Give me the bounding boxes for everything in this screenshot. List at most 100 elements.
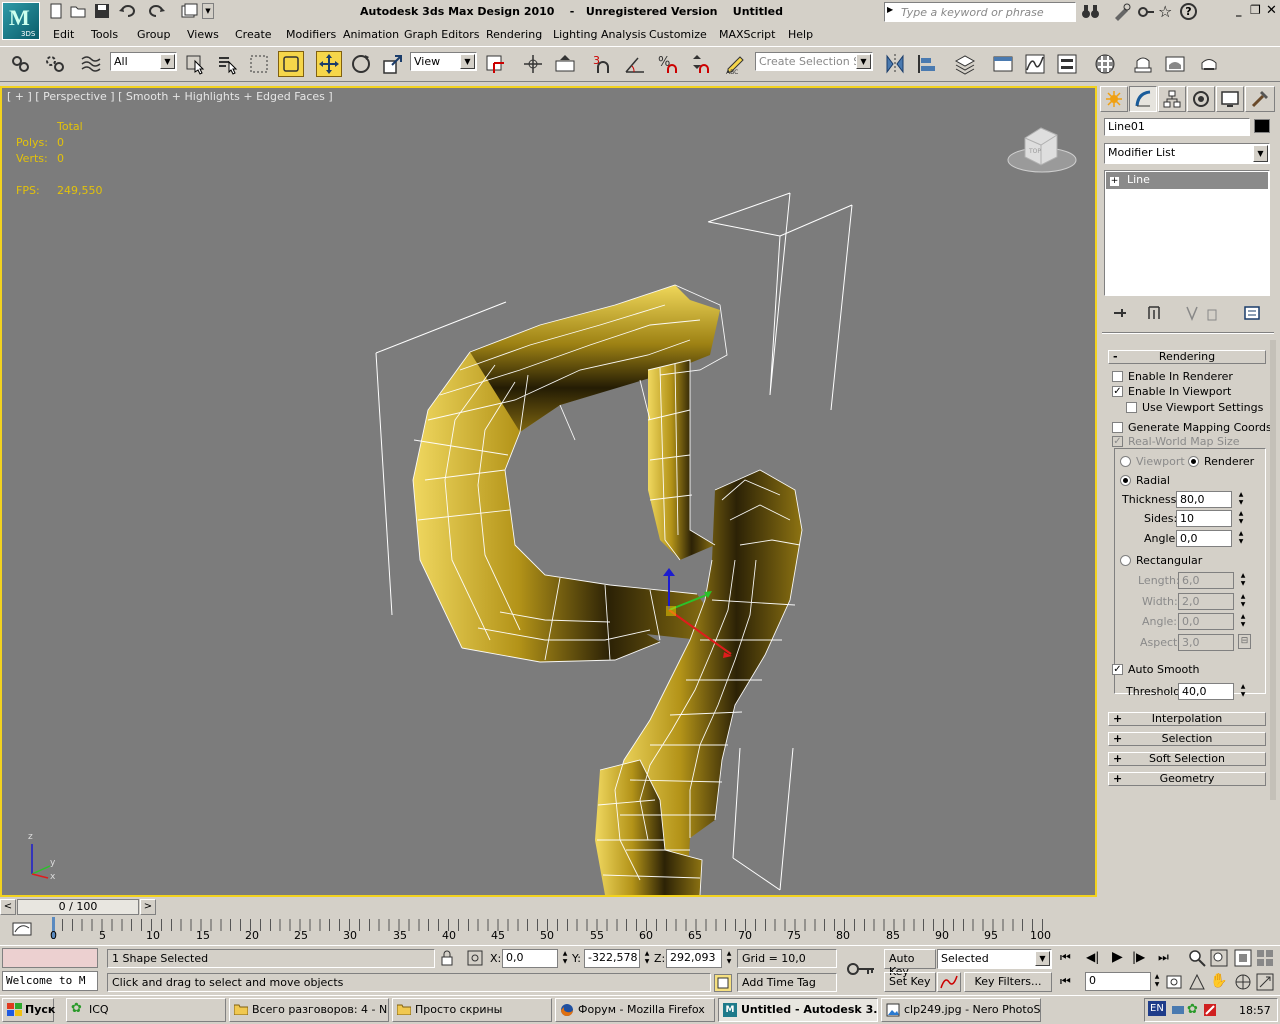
select-object-icon[interactable] [183, 51, 209, 77]
threshold-spinner[interactable]: 40,0 [1178, 683, 1234, 700]
selection-lock-icon[interactable] [440, 950, 454, 969]
task-nero-photosnap[interactable]: clp249.jpg - Nero PhotoS... [881, 998, 1041, 1022]
percent-snap-icon[interactable]: % [654, 51, 680, 77]
keyboard-shortcut-override-icon[interactable] [552, 51, 578, 77]
width-spinner[interactable]: 2,0 [1178, 593, 1234, 610]
hierarchy-tab-icon[interactable] [1158, 86, 1186, 112]
task-qip[interactable]: Всего разговоров: 4 - N... [229, 998, 389, 1022]
radial-radio[interactable] [1120, 475, 1131, 486]
tray-network-icon[interactable] [1171, 1003, 1185, 1020]
utilities-tab-icon[interactable] [1245, 86, 1275, 112]
tray-icq-icon[interactable]: ✿ [1187, 1002, 1198, 1017]
configure-sets-icon[interactable] [1244, 305, 1260, 324]
y-spinner-arrows[interactable]: ▲ ▼ [642, 950, 652, 967]
current-frame-field[interactable]: 0 [1085, 972, 1151, 991]
menu-lighting-analysis[interactable]: Lighting Analysis [553, 28, 646, 41]
snaps-toggle-icon[interactable]: 3 [590, 51, 616, 77]
render-setup-icon[interactable] [1130, 51, 1156, 77]
graphite-modeling-tools-icon[interactable] [990, 51, 1016, 77]
selection-filter-dropdown[interactable]: All ▼ [110, 52, 177, 71]
time-next-button[interactable]: > [140, 899, 156, 915]
named-selection-set-input[interactable]: Create Selection Se ▼ [755, 52, 873, 71]
aspect-spinner[interactable]: 3,0 [1178, 634, 1234, 651]
create-tab-icon[interactable] [1100, 86, 1128, 112]
pan-view-icon[interactable]: ✋ [1210, 973, 1227, 989]
auto-key-button[interactable]: Auto Key [884, 949, 936, 978]
select-and-move-icon[interactable] [316, 51, 342, 77]
aspect-lock-icon[interactable]: ⊟ [1238, 634, 1251, 649]
menu-edit[interactable]: Edit [53, 28, 74, 41]
subscription-icon[interactable] [1136, 3, 1156, 24]
show-end-result-icon[interactable] [1146, 305, 1162, 324]
task-icq[interactable]: ✿ ICQ [66, 998, 226, 1022]
help-icon[interactable]: ? [1180, 3, 1197, 20]
enable-in-viewport-checkbox[interactable]: ✓ [1112, 386, 1123, 397]
go-to-end-icon[interactable]: ⏭ [1158, 950, 1169, 965]
pivot-center-icon[interactable] [482, 51, 508, 77]
menu-customize[interactable]: Customize [649, 28, 707, 41]
time-slider-track[interactable]: < 0 / 100 > [0, 899, 1097, 916]
menu-animation[interactable]: Animation [343, 28, 399, 41]
angle-snap-icon[interactable] [622, 51, 648, 77]
enable-in-renderer-checkbox[interactable] [1112, 371, 1123, 382]
perspective-viewport[interactable]: [ + ] [ Perspective ] [ Smooth + Highlig… [0, 86, 1097, 897]
rect-angle-spinner-arrows[interactable]: ▲ ▼ [1238, 613, 1248, 630]
infocenter-search[interactable]: ▶ Type a keyword or phrase [884, 2, 1076, 22]
material-editor-icon[interactable] [1092, 51, 1118, 77]
rect-angle-spinner[interactable]: 0,0 [1178, 613, 1234, 630]
use-viewport-settings-checkbox[interactable] [1126, 402, 1137, 413]
renderer-radio[interactable] [1188, 456, 1199, 467]
save-file-icon[interactable] [94, 3, 110, 22]
object-name-field[interactable]: Line01 [1104, 118, 1250, 136]
edit-named-selection-icon[interactable]: ABC [722, 51, 748, 77]
width-spinner-arrows[interactable]: ▲ ▼ [1238, 593, 1248, 610]
remove-modifier-icon[interactable] [1204, 305, 1220, 324]
go-to-start-icon[interactable]: ⏮ [1060, 950, 1071, 965]
play-icon[interactable]: ▶ [1112, 949, 1123, 965]
layer-manager-icon[interactable] [952, 51, 978, 77]
search-expand-icon[interactable]: ▶ [887, 5, 893, 14]
task-3dsmax[interactable]: M Untitled - Autodesk 3... [718, 998, 878, 1022]
display-tab-icon[interactable] [1216, 86, 1244, 112]
previous-frame-icon[interactable]: ◀| [1086, 950, 1099, 964]
geometry-rollout-header[interactable]: + Geometry [1108, 772, 1266, 786]
zoom-all-icon[interactable] [1210, 949, 1228, 970]
rendering-rollout-header[interactable]: - Rendering [1108, 350, 1266, 364]
set-key-button[interactable]: Set Key [884, 972, 936, 992]
time-tag-icon[interactable] [714, 974, 732, 992]
window-crossing-icon[interactable] [278, 51, 304, 77]
minimize-button[interactable]: _ [1236, 4, 1242, 17]
restore-button[interactable]: ❐ [1250, 3, 1261, 17]
next-frame-icon[interactable]: |▶ [1132, 950, 1145, 964]
rectangular-radio[interactable] [1120, 555, 1131, 566]
auto-smooth-checkbox[interactable]: ✓ [1112, 664, 1123, 675]
soft-selection-rollout-header[interactable]: + Soft Selection [1108, 752, 1266, 766]
y-coord-field[interactable]: -322,578 [584, 949, 640, 968]
pin-stack-icon[interactable] [1112, 305, 1128, 324]
viewport-radio[interactable] [1120, 456, 1131, 467]
angle-spinner[interactable]: 0,0 [1176, 530, 1232, 547]
qat-dropdown[interactable]: ▼ [202, 3, 214, 19]
key-tangent-icon[interactable] [937, 972, 961, 992]
panel-scrollbar[interactable] [1270, 340, 1276, 800]
field-of-view-icon[interactable] [1188, 973, 1206, 994]
time-configuration-icon[interactable] [1166, 974, 1182, 993]
maxscript-mini-listener[interactable]: Welcome to M [2, 971, 98, 991]
menu-help[interactable]: Help [788, 28, 813, 41]
zoom-icon[interactable] [1188, 949, 1206, 970]
maxscript-mini-listener-top[interactable] [2, 948, 98, 968]
threshold-spinner-arrows[interactable]: ▲ ▼ [1238, 683, 1248, 700]
select-and-rotate-icon[interactable] [348, 51, 374, 77]
render-production-icon[interactable] [1196, 51, 1222, 77]
menu-modifiers[interactable]: Modifiers [286, 28, 336, 41]
make-unique-icon[interactable] [1184, 305, 1200, 324]
undo-icon[interactable] [118, 3, 138, 22]
redo-icon[interactable] [148, 3, 168, 22]
binoculars-icon[interactable] [1080, 3, 1102, 24]
communication-icon[interactable] [1112, 3, 1132, 24]
z-spinner-arrows[interactable]: ▲ ▼ [724, 950, 734, 967]
sides-spinner-arrows[interactable]: ▲ ▼ [1236, 510, 1246, 527]
x-coord-field[interactable]: 0,0 [502, 949, 558, 968]
zoom-extents-all-icon[interactable] [1256, 949, 1274, 970]
length-spinner-arrows[interactable]: ▲ ▼ [1238, 572, 1248, 589]
